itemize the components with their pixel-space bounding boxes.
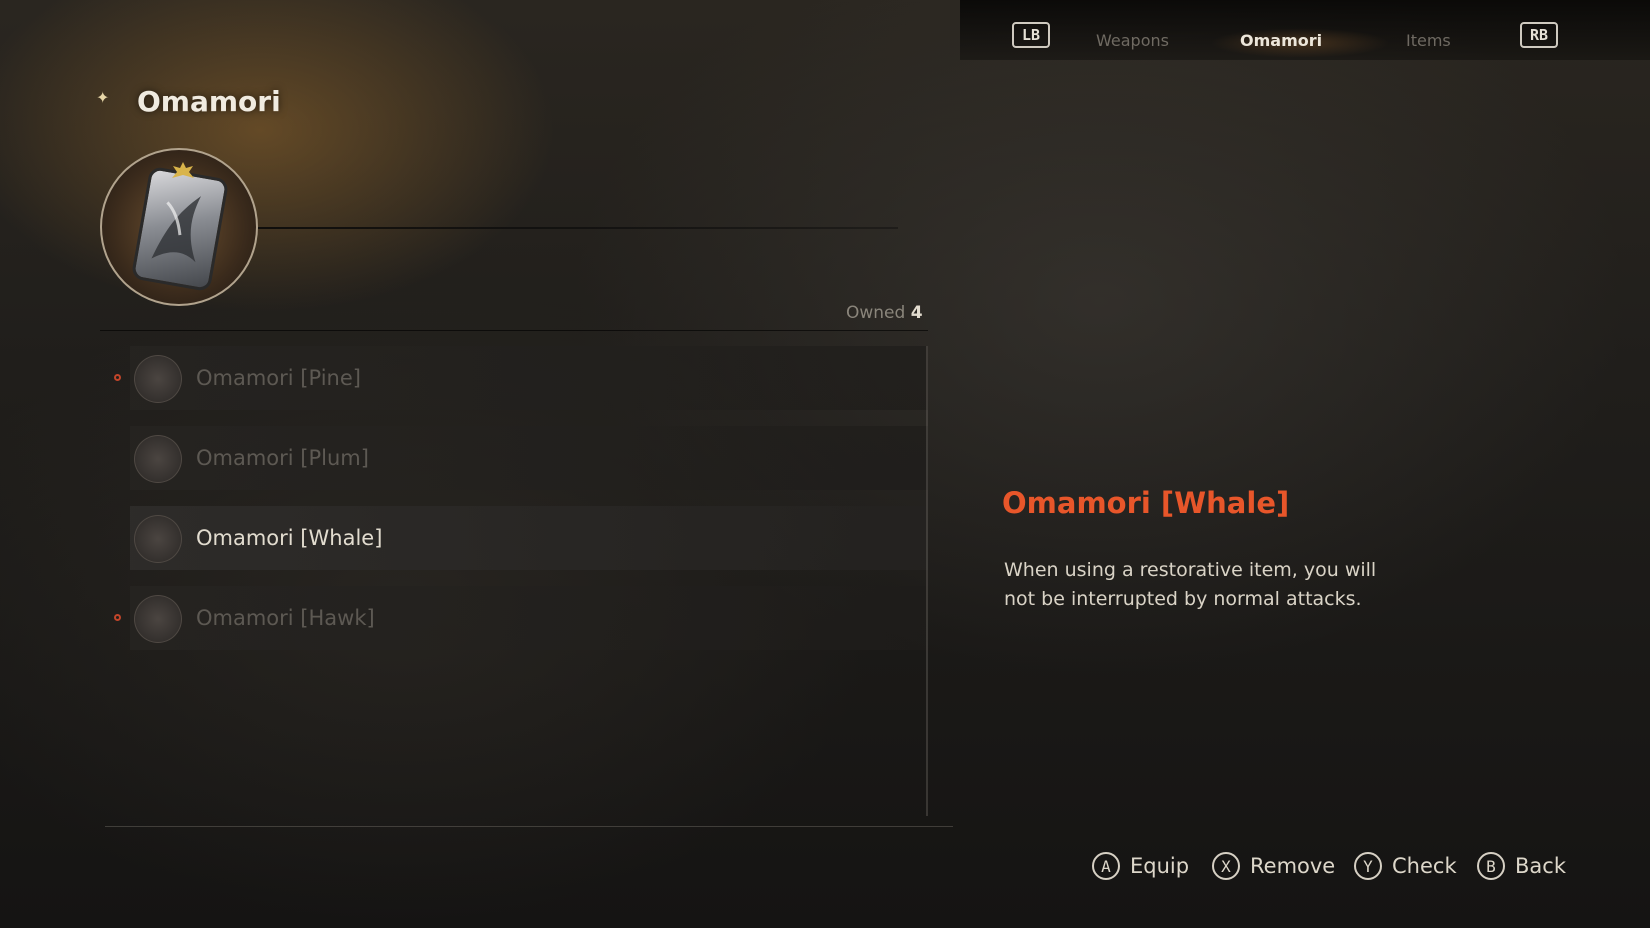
a-button-icon: A xyxy=(1092,852,1120,880)
b-button-icon: B xyxy=(1477,852,1505,880)
rb-bumper-icon[interactable]: RB xyxy=(1520,22,1558,48)
list-item-pine[interactable]: Omamori [Pine] xyxy=(114,346,928,410)
omamori-hawk-icon xyxy=(134,595,182,643)
list-item-label: Omamori [Whale] xyxy=(196,526,383,550)
owned-label: Owned xyxy=(846,303,906,323)
check-button[interactable]: Y Check xyxy=(1354,852,1457,880)
detail-title: Omamori [Whale] xyxy=(1002,486,1290,520)
omamori-pine-icon xyxy=(134,355,182,403)
list-item-label: Omamori [Hawk] xyxy=(196,606,375,630)
x-button-icon: X xyxy=(1212,852,1240,880)
back-button[interactable]: B Back xyxy=(1477,852,1566,880)
new-marker-icon xyxy=(114,614,121,621)
gold-emblem-icon xyxy=(172,162,194,178)
check-label: Check xyxy=(1392,854,1457,878)
list-bottom-divider xyxy=(105,826,953,827)
omamori-whale-icon xyxy=(134,515,182,563)
list-item-hawk[interactable]: Omamori [Hawk] xyxy=(114,586,928,650)
owned-count: Owned 4 xyxy=(846,303,923,323)
tab-items[interactable]: Items xyxy=(1406,31,1451,50)
sparkle-icon: ✦ xyxy=(96,88,110,107)
new-marker-icon xyxy=(114,374,121,381)
list-item-label: Omamori [Pine] xyxy=(196,366,361,390)
remove-button[interactable]: X Remove xyxy=(1212,852,1335,880)
back-label: Back xyxy=(1515,854,1566,878)
page-title: Omamori xyxy=(137,85,281,118)
equip-button[interactable]: A Equip xyxy=(1092,852,1189,880)
divider-line xyxy=(258,227,898,229)
omamori-plum-icon xyxy=(134,435,182,483)
owned-value: 4 xyxy=(910,303,923,323)
list-item-plum[interactable]: Omamori [Plum] xyxy=(130,426,928,490)
tab-omamori[interactable]: Omamori xyxy=(1240,31,1322,50)
list-top-divider xyxy=(100,330,928,331)
detail-description: When using a restorative item, you will … xyxy=(1004,559,1377,610)
lb-bumper-icon[interactable]: LB xyxy=(1012,22,1050,48)
list-scroll-track[interactable] xyxy=(926,346,928,816)
tab-weapons[interactable]: Weapons xyxy=(1096,31,1169,50)
equip-label: Equip xyxy=(1130,854,1190,878)
remove-label: Remove xyxy=(1250,854,1336,878)
list-item-whale[interactable]: Omamori [Whale] xyxy=(130,506,928,570)
y-button-icon: Y xyxy=(1354,852,1382,880)
list-item-label: Omamori [Plum] xyxy=(196,446,369,470)
